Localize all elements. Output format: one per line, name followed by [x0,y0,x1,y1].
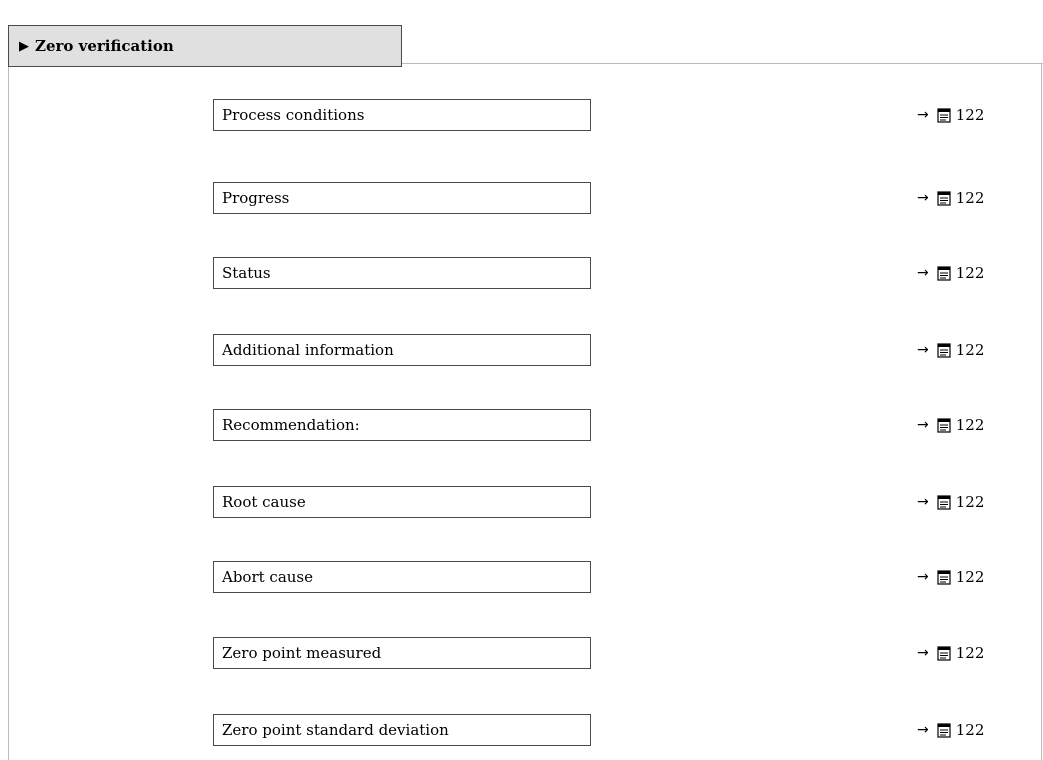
parameter-row-zero-point-measured: Zero point measured → 122 [0,637,1043,669]
parameter-box[interactable]: Abort cause [213,561,591,593]
book-page-icon [937,645,951,661]
arrow-right-icon: → [917,494,929,510]
arrow-right-icon: → [917,417,929,433]
page-number: 122 [955,644,985,662]
arrow-right-icon: → [917,569,929,585]
parameter-row-abort-cause: Abort cause → 122 [0,561,1043,593]
submenu-title: Zero verification [35,37,174,55]
submenu-arrow-icon: ▶ [19,38,29,54]
page-reference[interactable]: → 122 [917,409,984,441]
page-number: 122 [955,568,985,586]
page-reference[interactable]: → 122 [917,257,984,289]
parameter-box[interactable]: Process conditions [213,99,591,131]
parameter-row-additional-information: Additional information → 122 [0,334,1043,366]
book-page-icon [937,107,951,123]
parameter-label: Root cause [222,493,306,511]
arrow-right-icon: → [917,107,929,123]
arrow-right-icon: → [917,645,929,661]
parameter-label: Process conditions [222,106,365,124]
page-reference[interactable]: → 122 [917,182,984,214]
book-page-icon [937,417,951,433]
parameter-box[interactable]: Zero point standard deviation [213,714,591,746]
parameter-row-process-conditions: Process conditions → 122 [0,99,1043,131]
page-number: 122 [955,493,985,511]
parameter-label: Recommendation: [222,416,360,434]
parameter-row-recommendation: Recommendation: → 122 [0,409,1043,441]
arrow-right-icon: → [917,342,929,358]
parameter-box[interactable]: Status [213,257,591,289]
page-reference[interactable]: → 122 [917,637,984,669]
parameter-label: Zero point measured [222,644,382,662]
page-reference[interactable]: → 122 [917,486,984,518]
book-page-icon [937,569,951,585]
book-page-icon [937,722,951,738]
arrow-right-icon: → [917,722,929,738]
parameter-box[interactable]: Root cause [213,486,591,518]
book-page-icon [937,494,951,510]
arrow-right-icon: → [917,190,929,206]
arrow-right-icon: → [917,265,929,281]
page-number: 122 [955,341,985,359]
parameter-label: Progress [222,189,290,207]
submenu-header-zero-verification[interactable]: ▶ Zero verification [8,25,402,67]
parameter-box[interactable]: Zero point measured [213,637,591,669]
parameter-row-zero-point-standard-deviation: Zero point standard deviation → 122 [0,714,1043,746]
parameter-label: Abort cause [222,568,314,586]
parameter-box[interactable]: Progress [213,182,591,214]
book-page-icon [937,265,951,281]
page-reference[interactable]: → 122 [917,714,984,746]
book-page-icon [937,342,951,358]
book-page-icon [937,190,951,206]
parameter-row-status: Status → 122 [0,257,1043,289]
page-reference[interactable]: → 122 [917,561,984,593]
page-reference[interactable]: → 122 [917,334,984,366]
page-number: 122 [955,264,985,282]
parameter-label: Additional information [222,341,394,359]
parameter-box[interactable]: Additional information [213,334,591,366]
parameter-row-progress: Progress → 122 [0,182,1043,214]
page-number: 122 [955,106,985,124]
parameter-row-root-cause: Root cause → 122 [0,486,1043,518]
parameter-label: Status [222,264,271,282]
page-number: 122 [955,416,985,434]
page-number: 122 [955,189,985,207]
page-number: 122 [955,721,985,739]
parameter-label: Zero point standard deviation [222,721,449,739]
page-reference[interactable]: → 122 [917,99,984,131]
parameter-box[interactable]: Recommendation: [213,409,591,441]
